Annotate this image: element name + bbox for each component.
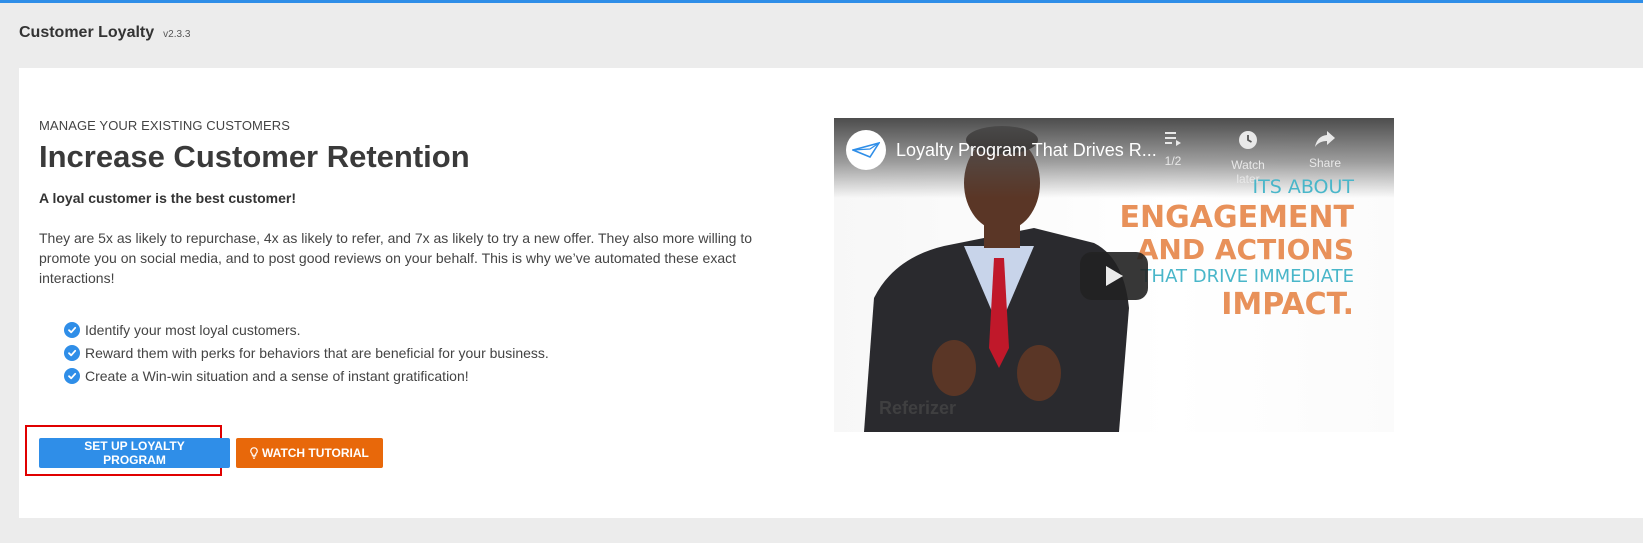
play-button[interactable] xyxy=(1080,252,1148,300)
setup-loyalty-program-button[interactable]: SET UP LOYALTY PROGRAM xyxy=(39,438,230,468)
version-label: v2.3.3 xyxy=(163,29,191,40)
check-circle-icon xyxy=(64,344,80,361)
benefit-item: Create a Win-win situation and a sense o… xyxy=(64,364,759,387)
check-circle-icon xyxy=(64,367,80,384)
hero-tagline: A loyal customer is the best customer! xyxy=(39,190,296,206)
lightbulb-icon xyxy=(250,447,258,459)
hero-description: They are 5x as likely to repurchase, 4x … xyxy=(39,230,753,286)
watch-tutorial-label: WATCH TUTORIAL xyxy=(262,446,369,460)
overlay-line: ITS ABOUT xyxy=(1252,176,1354,198)
playlist-icon xyxy=(1165,132,1181,146)
benefit-item: Identify your most loyal customers. xyxy=(64,318,759,341)
benefit-label: Reward them with perks for behaviors tha… xyxy=(85,344,549,361)
hero-headline: Increase Customer Retention xyxy=(39,139,470,174)
benefit-label: Create a Win-win situation and a sense o… xyxy=(85,367,469,384)
hero-content: MANAGE YOUR EXISTING CUSTOMERS Increase … xyxy=(39,118,759,387)
video-title[interactable]: Loyalty Program That Drives R... xyxy=(896,140,1157,161)
overlay-line: THAT DRIVE IMMEDIATE xyxy=(1140,266,1354,287)
page-header: Customer Loyalty v2.3.3 xyxy=(19,24,190,42)
video-player[interactable]: Loyalty Program That Drives R... 1/2 Wat… xyxy=(834,118,1394,432)
benefit-item: Reward them with perks for behaviors tha… xyxy=(64,341,759,364)
check-circle-icon xyxy=(64,321,80,338)
playlist-count: 1/2 xyxy=(1164,154,1182,168)
benefit-list: Identify your most loyal customers. Rewa… xyxy=(64,318,759,387)
top-accent-bar xyxy=(0,0,1643,3)
page-title: Customer Loyalty xyxy=(19,24,155,41)
video-overlay-text: ITS ABOUT ENGAGEMENT AND ACTIONS THAT DR… xyxy=(1120,178,1354,320)
share-icon xyxy=(1315,131,1335,147)
eyebrow-text: MANAGE YOUR EXISTING CUSTOMERS xyxy=(39,118,291,133)
channel-logo[interactable] xyxy=(846,130,886,170)
share-control[interactable]: Share xyxy=(1295,130,1355,170)
overlay-line: IMPACT. xyxy=(1221,287,1354,322)
share-label: Share xyxy=(1308,156,1342,170)
benefit-label: Identify your most loyal customers. xyxy=(85,321,301,338)
content-card: MANAGE YOUR EXISTING CUSTOMERS Increase … xyxy=(19,68,1643,518)
play-icon xyxy=(1106,266,1123,286)
playlist-control[interactable]: 1/2 xyxy=(1143,130,1203,168)
action-buttons: SET UP LOYALTY PROGRAM WATCH TUTORIAL xyxy=(39,438,383,468)
overlay-line: ENGAGEMENT xyxy=(1119,200,1354,235)
clock-icon xyxy=(1239,131,1257,149)
overlay-line: AND ACTIONS xyxy=(1136,233,1354,266)
watch-tutorial-button[interactable]: WATCH TUTORIAL xyxy=(236,438,383,468)
brand-watermark: Referizer xyxy=(879,398,957,418)
